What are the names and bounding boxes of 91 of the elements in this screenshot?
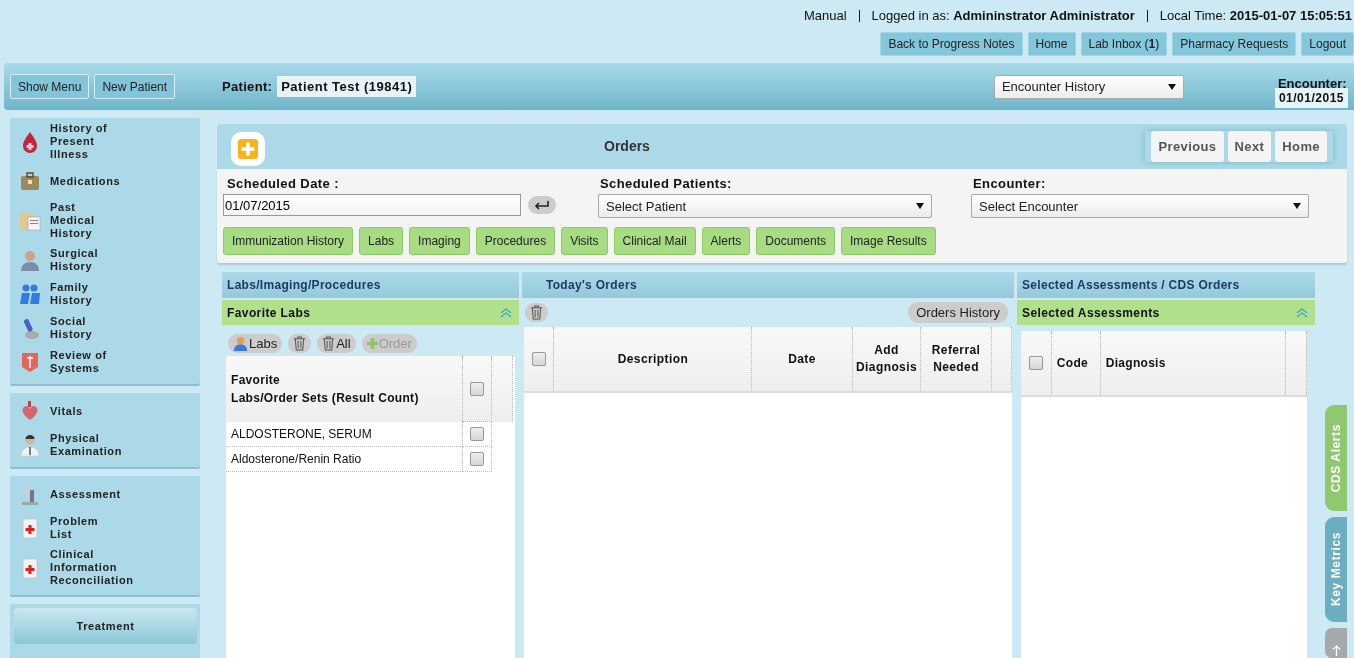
- toolbar-button[interactable]: New Patient: [94, 74, 176, 99]
- arrow-up-icon: [1331, 645, 1341, 656]
- category-button[interactable]: Visits: [561, 227, 608, 255]
- column-header: Description: [553, 327, 752, 392]
- logged-in-text: Logged in as: Admininstrator Administrator: [871, 8, 1135, 23]
- header-button[interactable]: Pharmacy Requests: [1172, 32, 1297, 56]
- category-button[interactable]: Documents: [756, 227, 835, 255]
- collapse-icon: [500, 307, 512, 318]
- sidebar-item[interactable]: Surgical History: [18, 246, 200, 274]
- section-header[interactable]: Selected Assessments: [1017, 300, 1315, 325]
- add-button[interactable]: [231, 131, 265, 166]
- orders-history-button[interactable]: Orders History: [908, 302, 1008, 323]
- toolbar-button[interactable]: Show Menu: [10, 74, 90, 99]
- category-button[interactable]: Clinical Mail: [613, 227, 696, 255]
- encounter-history-select[interactable]: Encounter History: [993, 74, 1184, 99]
- checkbox[interactable]: [470, 451, 484, 466]
- sidebar-item[interactable]: Review of Systems: [18, 348, 200, 376]
- table-cell: ALDOSTERONE, SERUM: [226, 421, 463, 446]
- category-button[interactable]: Image Results: [841, 227, 936, 255]
- field-label: Encounter:: [972, 176, 1047, 191]
- sidebar-item[interactable]: Problem List: [18, 514, 200, 542]
- header-button[interactable]: Logout: [1301, 32, 1354, 56]
- mode-label: Manual: [803, 8, 847, 23]
- nav-button[interactable]: Home: [1275, 131, 1327, 162]
- category-button[interactable]: Immunization History: [223, 227, 354, 255]
- header-button[interactable]: Home: [1027, 32, 1076, 56]
- category-button[interactable]: Alerts: [701, 227, 751, 255]
- collapse-icon: [1296, 307, 1308, 318]
- tool-button[interactable]: [288, 334, 312, 353]
- caret-icon: [916, 203, 924, 209]
- encounter-label: Encounter:: [1276, 79, 1347, 88]
- sidebar-item[interactable]: Assessment: [18, 480, 200, 508]
- checkbox[interactable]: [470, 381, 484, 396]
- trash-icon: [293, 336, 307, 351]
- panel-header: Today's Orders: [522, 272, 1014, 298]
- doctor-icon: [18, 433, 42, 457]
- column-header: Favorite Labs/Order Sets (Result Count): [226, 356, 463, 422]
- sidebar-item[interactable]: Physical Examination: [18, 431, 200, 459]
- treatment-button[interactable]: Treatment: [14, 608, 197, 644]
- tool-button[interactable]: Labs: [228, 334, 283, 353]
- checkbox[interactable]: [1028, 356, 1043, 371]
- column-header: Referral Needed: [920, 327, 992, 392]
- caret-icon: [1293, 203, 1301, 209]
- category-button[interactable]: Imaging: [409, 227, 470, 255]
- panel-header: Labs/Imaging/Procedures: [222, 272, 519, 298]
- return-icon: [534, 200, 550, 210]
- column-header: Diagnosis: [1100, 331, 1286, 396]
- trash-icon: [322, 336, 336, 351]
- column-header: Date: [751, 327, 853, 392]
- checkbox[interactable]: [531, 352, 546, 367]
- column-header: Code: [1051, 331, 1101, 396]
- bag-icon: [18, 169, 42, 193]
- sidebar-item[interactable]: Family History: [18, 280, 200, 308]
- date-field[interactable]: 01/07/2015: [223, 194, 521, 216]
- sidebar-item[interactable]: Past Medical History: [18, 201, 200, 240]
- select-field[interactable]: Select Encounter: [971, 194, 1309, 218]
- sidebar-item[interactable]: Vitals: [18, 397, 200, 425]
- checkbox[interactable]: [470, 427, 484, 442]
- nav-button[interactable]: Previous: [1151, 131, 1224, 162]
- sidebar-item[interactable]: Clinical Information Reconciliation: [18, 548, 200, 587]
- section-header[interactable]: Favorite Labs: [222, 300, 519, 325]
- patient-label: Patient:: [222, 79, 273, 94]
- header-button[interactable]: Back to Progress Notes: [880, 32, 1023, 56]
- scroll-up-button[interactable]: [1325, 628, 1347, 658]
- plus-icon: [366, 338, 378, 349]
- person-icon: [233, 336, 248, 351]
- header-button[interactable]: Lab Inbox (1): [1080, 32, 1168, 56]
- people-icon: [18, 282, 42, 306]
- local-time-text: Local Time: 2015-01-07 15:05:51: [1159, 8, 1352, 23]
- sidebar-item[interactable]: Medications: [18, 167, 200, 195]
- tool-button[interactable]: All: [317, 334, 356, 353]
- caret-icon: [1167, 83, 1176, 90]
- column-header: Add Diagnosis: [852, 327, 921, 392]
- trash-icon: [530, 305, 543, 320]
- nav-button[interactable]: Next: [1227, 131, 1272, 162]
- field-label: Scheduled Date :: [226, 176, 340, 191]
- sidebar-item[interactable]: History of Present Illness: [18, 122, 200, 161]
- encounter-date: 01/01/2015: [1274, 88, 1348, 108]
- delete-button[interactable]: [525, 303, 548, 322]
- select-field[interactable]: Select Patient: [598, 194, 932, 218]
- plus-icon: [237, 137, 259, 160]
- enter-button[interactable]: [528, 196, 556, 214]
- sidebar-item[interactable]: Social History: [18, 314, 200, 342]
- person-icon: [18, 248, 42, 272]
- panel-header: Selected Assessments / CDS Orders: [1017, 272, 1315, 298]
- category-button[interactable]: Procedures: [475, 227, 556, 255]
- table-cell: Aldosterone/Renin Ratio: [226, 446, 463, 471]
- orders-title: Orders: [604, 138, 650, 154]
- field-label: Scheduled Patients:: [599, 176, 733, 191]
- category-button[interactable]: Labs: [359, 227, 404, 255]
- patient-name: Patient Test (19841): [277, 76, 417, 97]
